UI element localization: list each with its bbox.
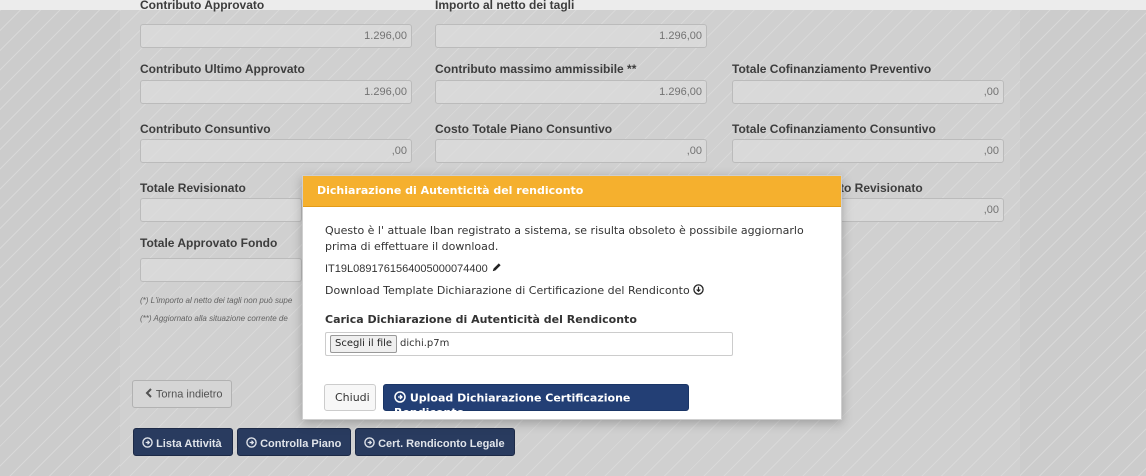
authenticity-declaration-modal: Dichiarazione di Autenticità del rendico…	[302, 175, 842, 420]
iban-value: IT19L0891761564005000074400	[325, 262, 488, 275]
download-circle-icon	[693, 284, 704, 298]
modal-info-line-2: prima di effettuare il download.	[325, 240, 499, 253]
iban-row: IT19L0891761564005000074400	[325, 262, 502, 276]
arrow-circle-icon	[394, 391, 406, 406]
close-button[interactable]: Chiudi	[324, 384, 376, 411]
selected-file-name: dichi.p7m	[400, 338, 450, 349]
modal-header: Dichiarazione di Autenticità del rendico…	[303, 176, 841, 207]
download-template-link[interactable]: Download Template Dichiarazione di Certi…	[325, 284, 704, 298]
upload-button[interactable]: Upload Dichiarazione Certificazione Rend…	[383, 384, 689, 419]
upload-section-label: Carica Dichiarazione di Autenticità del …	[325, 313, 637, 326]
modal-title: Dichiarazione di Autenticità del rendico…	[317, 184, 584, 197]
upload-button-label: Upload Dichiarazione Certificazione Rend…	[394, 391, 631, 420]
pencil-icon[interactable]	[491, 262, 502, 276]
modal-info-line-1: Questo è l' attuale Iban registrato a si…	[325, 224, 804, 237]
choose-file-button[interactable]: Scegli il file	[330, 335, 398, 353]
download-template-label: Download Template Dichiarazione di Certi…	[325, 284, 690, 297]
file-input[interactable]: Scegli il file dichi.p7m	[325, 332, 733, 356]
